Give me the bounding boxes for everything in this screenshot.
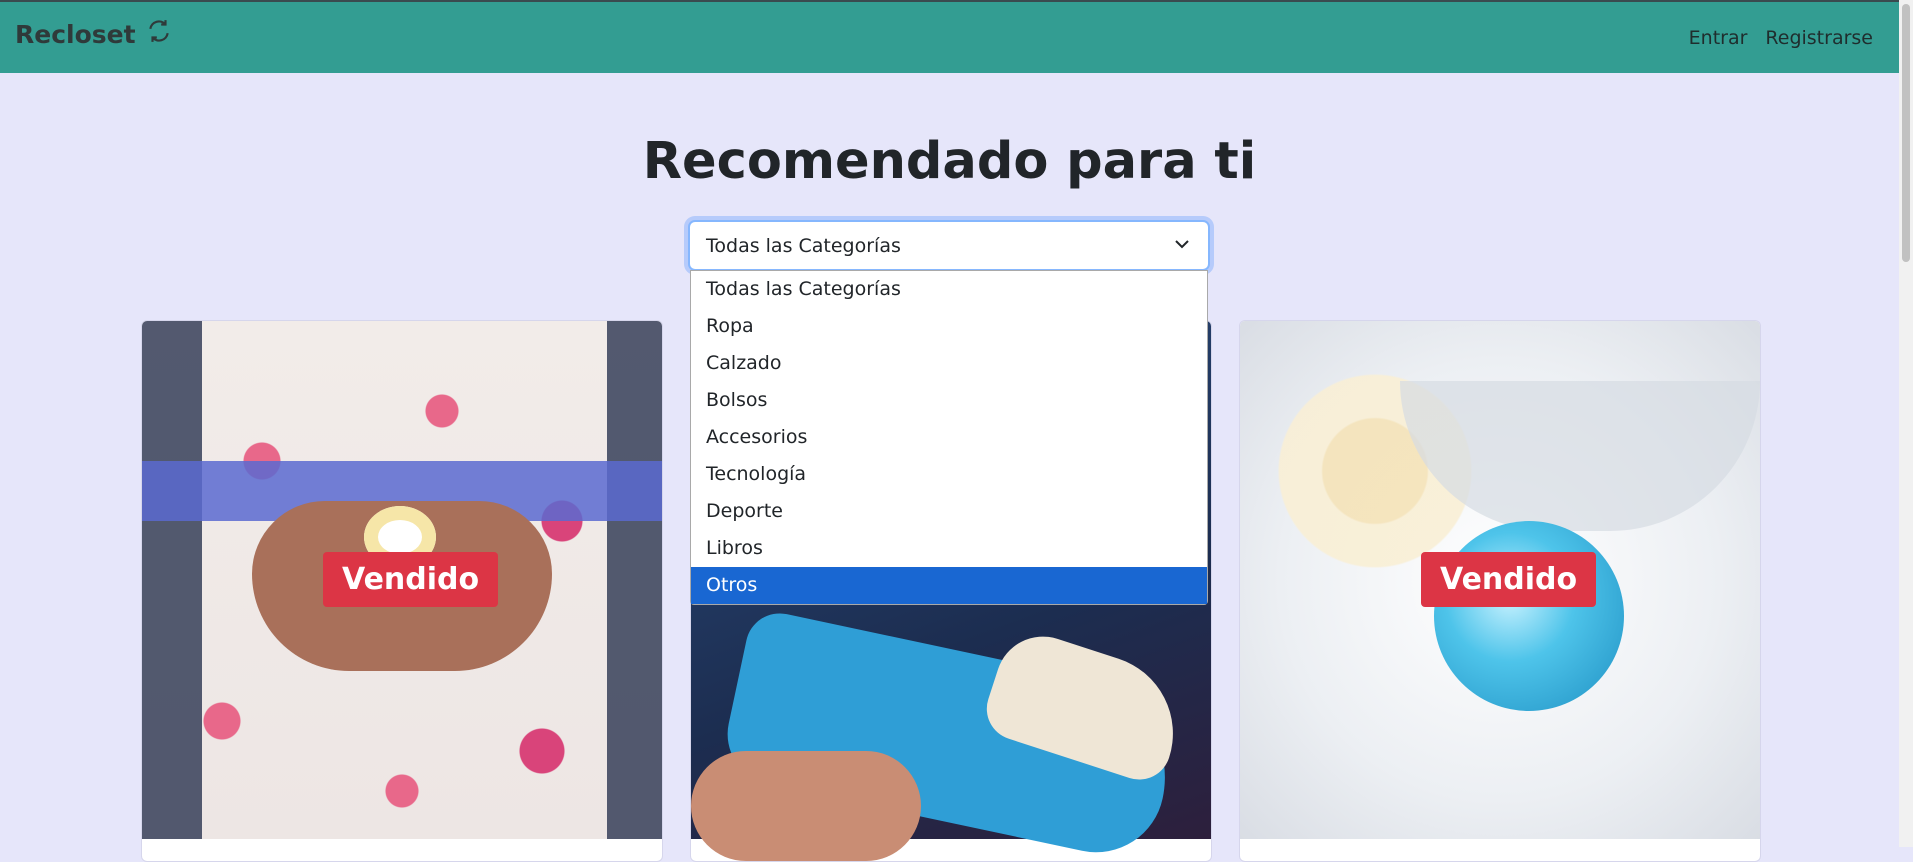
- category-option-otros[interactable]: Otros: [691, 567, 1207, 604]
- category-option-bolsos[interactable]: Bolsos: [691, 382, 1207, 419]
- brand-name[interactable]: Recloset: [15, 20, 136, 49]
- sold-badge: Vendido: [1421, 552, 1597, 607]
- category-option-all[interactable]: Todas las Categorías: [691, 271, 1207, 308]
- category-select-value: Todas las Categorías: [706, 234, 901, 257]
- category-option-libros[interactable]: Libros: [691, 530, 1207, 567]
- page-title: Recomendado para ti: [642, 132, 1257, 191]
- category-option-accesorios[interactable]: Accesorios: [691, 419, 1207, 456]
- page-scrollbar[interactable]: [1899, 0, 1913, 847]
- register-link[interactable]: Registrarse: [1765, 27, 1873, 49]
- brand-logo[interactable]: Recloset: [15, 20, 172, 49]
- category-option-deporte[interactable]: Deporte: [691, 493, 1207, 530]
- navbar: Recloset Entrar Registrarse: [0, 0, 1899, 73]
- category-select[interactable]: Todas las Categorías: [688, 220, 1210, 271]
- category-option-ropa[interactable]: Ropa: [691, 308, 1207, 345]
- sync-icon: [148, 20, 169, 42]
- chevron-down-icon: [1175, 240, 1189, 249]
- product-card[interactable]: Vendido: [1239, 320, 1761, 862]
- sold-badge: Vendido: [323, 552, 499, 607]
- category-option-tecnologia[interactable]: Tecnología: [691, 456, 1207, 493]
- nav-links: Entrar Registrarse: [1689, 27, 1873, 49]
- login-link[interactable]: Entrar: [1689, 27, 1748, 49]
- scrollbar-thumb[interactable]: [1902, 4, 1910, 262]
- category-option-calzado[interactable]: Calzado: [691, 345, 1207, 382]
- product-card[interactable]: Vendido: [141, 320, 663, 862]
- category-dropdown-menu: Todas las Categorías Ropa Calzado Bolsos…: [690, 270, 1208, 605]
